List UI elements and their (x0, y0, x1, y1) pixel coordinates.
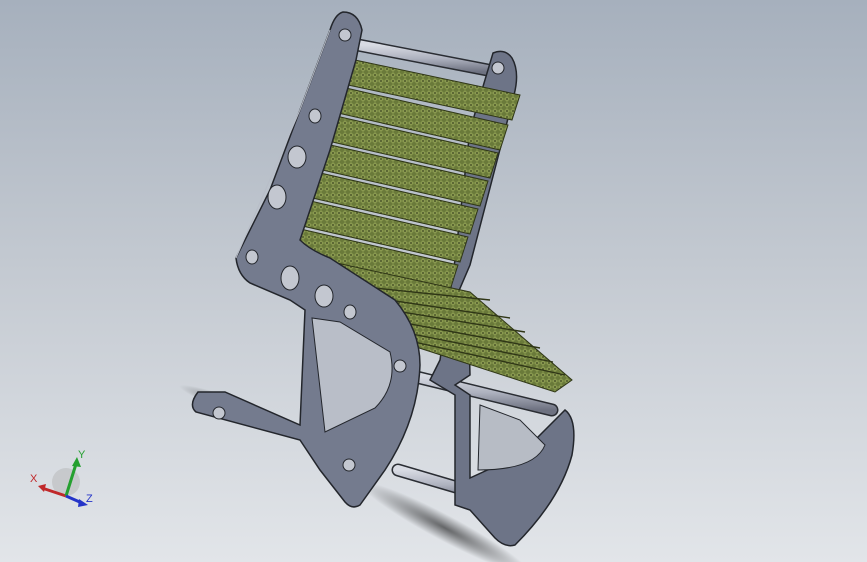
graphics-viewport[interactable]: X Y Z (0, 0, 867, 562)
chair-model[interactable] (0, 0, 867, 562)
z-axis-arrow (65, 494, 88, 507)
orientation-triad[interactable]: X Y Z (26, 446, 100, 516)
x-axis-label: X (30, 473, 38, 485)
y-axis-label: Y (78, 449, 86, 461)
z-axis-label: Z (86, 493, 93, 505)
